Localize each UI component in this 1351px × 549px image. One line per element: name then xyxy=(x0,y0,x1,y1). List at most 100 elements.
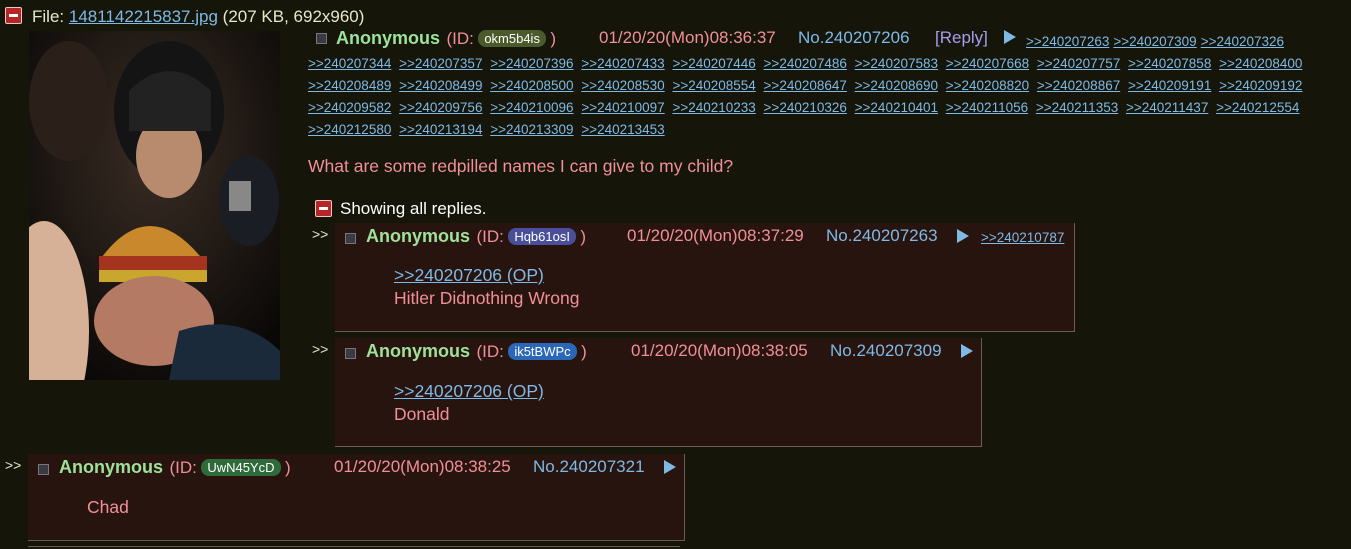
backlink[interactable]: >>240207433 xyxy=(581,56,664,71)
backlink[interactable]: >>240208499 xyxy=(399,78,482,93)
reply-post: Anonymous (ID: UwN45YcD ) 01/20/20(Mon)0… xyxy=(28,454,685,541)
backlink[interactable]: >>240209582 xyxy=(308,100,391,115)
reply-post-number[interactable]: No.240207321 xyxy=(533,457,645,477)
backlink[interactable]: >>240210097 xyxy=(581,100,664,115)
collapse-replies-icon[interactable] xyxy=(315,200,332,217)
backlink[interactable]: >>240210233 xyxy=(672,100,755,115)
reply-id-prefix: (ID: xyxy=(169,458,197,477)
reply-menu-arrow-icon[interactable] xyxy=(961,344,973,358)
backlink[interactable]: >>240207357 xyxy=(399,56,482,71)
backlink[interactable]: >>240208400 xyxy=(1219,56,1302,71)
reply-datetime: 01/20/20(Mon)08:37:29 xyxy=(627,226,804,245)
reply-id-prefix: (ID: xyxy=(476,227,504,246)
op-id-suffix: ) xyxy=(550,29,557,48)
backlink[interactable]: >>240213309 xyxy=(490,122,573,137)
backlink[interactable]: >>240207446 xyxy=(672,56,755,71)
reply-post: Anonymous (ID: ik5tBWPc ) 01/20/20(Mon)0… xyxy=(335,338,982,447)
op-post-header: Anonymous (ID: okm5b4is ) xyxy=(336,28,556,49)
op-poster-id[interactable]: okm5b4is xyxy=(478,30,546,47)
backlink[interactable]: >>240212580 xyxy=(308,122,391,137)
backlink[interactable]: >>240210096 xyxy=(490,100,573,115)
reply-id-suffix: ) xyxy=(580,227,587,246)
reply-poster-id[interactable]: UwN45YcD xyxy=(201,459,281,476)
backlink[interactable]: >>240209191 xyxy=(1128,78,1211,93)
file-label: File: xyxy=(32,7,65,26)
backlink[interactable]: >>240210401 xyxy=(855,100,938,115)
reply-datetime: 01/20/20(Mon)08:38:25 xyxy=(334,457,511,476)
backlink[interactable]: >>240207326 xyxy=(1201,34,1284,49)
op-post-number[interactable]: No.240207206 xyxy=(798,28,910,48)
reply-id-prefix: (ID: xyxy=(476,342,504,361)
backlink[interactable]: >>240208530 xyxy=(581,78,664,93)
reply-menu-arrow-icon[interactable] xyxy=(664,460,676,474)
reply-select-checkbox[interactable] xyxy=(345,233,356,244)
backlink[interactable]: >>240211056 xyxy=(946,100,1028,115)
op-select-checkbox[interactable] xyxy=(316,33,327,44)
backlink[interactable]: >>240207309 xyxy=(1113,34,1196,49)
reply-backlink[interactable]: >>240210787 xyxy=(981,230,1064,245)
showing-replies-label: Showing all replies. xyxy=(340,199,487,218)
reply-comment: Donald xyxy=(394,404,450,424)
backlink[interactable]: >>240208500 xyxy=(490,78,573,93)
reply-comment: Chad xyxy=(87,497,129,517)
backlink[interactable]: >>240211437 xyxy=(1126,100,1208,115)
backlink[interactable]: >>240207668 xyxy=(946,56,1029,71)
backlink[interactable]: >>240207486 xyxy=(764,56,847,71)
reply-post-number[interactable]: No.240207309 xyxy=(830,341,942,361)
backlink[interactable]: >>240208867 xyxy=(1037,78,1120,93)
op-thumbnail-image[interactable] xyxy=(29,31,280,380)
file-info: (207 KB, 692x960) xyxy=(222,7,365,26)
reply-quote-link[interactable]: >>240207206 (OP) xyxy=(394,265,544,286)
backlink[interactable]: >>240209756 xyxy=(399,100,482,115)
reply-post-number[interactable]: No.240207263 xyxy=(826,226,938,246)
reply-poster-name: Anonymous xyxy=(366,341,471,361)
op-backlinks-first-row: >>240207263 >>240207309 >>240207326 xyxy=(1026,31,1284,53)
backlink[interactable]: >>240208820 xyxy=(946,78,1029,93)
reply-menu-arrow-icon[interactable] xyxy=(957,229,969,243)
op-backlinks: >>240207344 >>240207357 >>240207396 >>24… xyxy=(308,53,1348,141)
op-datetime: 01/20/20(Mon)08:36:37 xyxy=(599,28,776,47)
backlink[interactable]: >>240209192 xyxy=(1219,78,1302,93)
backlink[interactable]: >>240208647 xyxy=(764,78,847,93)
op-id-prefix: (ID: xyxy=(446,29,474,48)
reply-header: Anonymous (ID: UwN45YcD ) xyxy=(59,457,291,478)
backlink[interactable]: >>240207757 xyxy=(1037,56,1120,71)
reply-arrows: >> xyxy=(312,341,329,357)
reply-select-checkbox[interactable] xyxy=(38,464,49,475)
backlink[interactable]: >>240210326 xyxy=(764,100,847,115)
op-poster-name: Anonymous xyxy=(336,28,441,48)
backlink[interactable]: >>240207396 xyxy=(490,56,573,71)
reply-select-checkbox[interactable] xyxy=(345,348,356,359)
reply-arrows: >> xyxy=(5,457,22,473)
op-menu-arrow-icon[interactable] xyxy=(1004,30,1016,44)
reply-post: Anonymous (ID: Hqb61osI ) 01/20/20(Mon)0… xyxy=(335,223,1075,332)
backlink[interactable]: >>240212554 xyxy=(1216,100,1299,115)
op-reply-link[interactable]: [Reply] xyxy=(935,28,988,48)
backlink[interactable]: >>240207583 xyxy=(855,56,938,71)
file-name-link[interactable]: 1481142215837.jpg xyxy=(69,7,218,26)
reply-poster-name: Anonymous xyxy=(366,226,471,246)
backlink[interactable]: >>240208690 xyxy=(855,78,938,93)
backlink[interactable]: >>240211353 xyxy=(1036,100,1118,115)
backlink[interactable]: >>240207263 xyxy=(1026,34,1109,49)
collapse-op-icon[interactable] xyxy=(5,7,22,24)
reply-poster-id[interactable]: Hqb61osI xyxy=(508,228,576,245)
backlink[interactable]: >>240213453 xyxy=(581,122,664,137)
reply-header: Anonymous (ID: ik5tBWPc ) xyxy=(366,341,587,362)
reply-id-suffix: ) xyxy=(284,458,291,477)
backlink[interactable]: >>240207344 xyxy=(308,56,391,71)
backlink[interactable]: >>240208554 xyxy=(672,78,755,93)
backlink[interactable]: >>240213194 xyxy=(399,122,482,137)
file-info-line: File: 1481142215837.jpg (207 KB, 692x960… xyxy=(32,7,364,27)
reply-poster-id[interactable]: ik5tBWPc xyxy=(508,343,577,360)
reply-id-suffix: ) xyxy=(581,342,587,361)
reply-quote-link[interactable]: >>240207206 (OP) xyxy=(394,381,544,402)
divider xyxy=(28,546,680,547)
op-comment: What are some redpilled names I can give… xyxy=(308,156,734,176)
backlink[interactable]: >>240208489 xyxy=(308,78,391,93)
reply-datetime: 01/20/20(Mon)08:38:05 xyxy=(631,341,808,360)
reply-poster-name: Anonymous xyxy=(59,457,164,477)
reply-arrows: >> xyxy=(312,226,329,242)
reply-comment: Hitler Didnothing Wrong xyxy=(394,288,580,308)
backlink[interactable]: >>240207858 xyxy=(1128,56,1211,71)
